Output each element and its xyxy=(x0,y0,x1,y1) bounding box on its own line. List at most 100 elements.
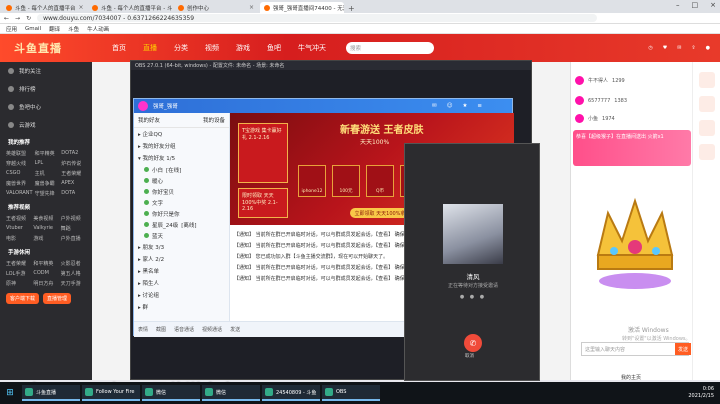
download-client-button[interactable]: 客户端下载 xyxy=(6,293,40,304)
nav-item[interactable]: 视频 xyxy=(205,43,219,53)
contact-group[interactable]: ▸ 企业QQ xyxy=(134,128,229,140)
hang-up-button[interactable]: ✆ xyxy=(464,334,482,352)
category-link[interactable]: DOTA2 xyxy=(61,150,86,157)
friend-item[interactable]: 你好只是你 xyxy=(134,208,229,219)
contact-group[interactable]: ▸ 群 xyxy=(134,301,229,313)
taskbar-app[interactable]: 微信 xyxy=(142,385,200,401)
space-tab-icon[interactable]: ★ xyxy=(462,103,467,109)
close-window-icon[interactable]: × xyxy=(710,1,716,9)
nav-item[interactable]: 牛气冲天 xyxy=(298,43,326,53)
category-link[interactable]: Valkyrie xyxy=(33,225,58,232)
promo-card[interactable]: T宝游戏 集卡赢好礼 2.1-2.16 xyxy=(238,123,288,183)
friend-item[interactable]: 你好宝贝 xyxy=(134,186,229,197)
bookmark-item[interactable]: Gmail xyxy=(25,26,41,32)
nav-item[interactable]: 首页 xyxy=(112,43,126,53)
browser-tab-active[interactable]: 强哥_强哥直播间74400 - 无双× xyxy=(260,2,344,13)
contact-group-expanded[interactable]: ▾ 我的好友 1/5 xyxy=(134,152,229,164)
stream-manage-button[interactable]: 直播管理 xyxy=(43,293,72,304)
new-tab-icon[interactable]: + xyxy=(348,4,355,13)
nav-item[interactable]: 鱼吧 xyxy=(267,43,281,53)
sidebar-item-yuba[interactable]: 鱼吧中心 xyxy=(0,98,92,116)
category-link[interactable]: 魔兽争霸 xyxy=(35,180,60,187)
menu-icon[interactable]: ≡ xyxy=(477,103,482,109)
chat-tab-icon[interactable]: ✉ xyxy=(432,103,437,109)
sidebar-item-rank[interactable]: 排行榜 xyxy=(0,80,92,98)
close-icon[interactable]: × xyxy=(78,4,83,11)
category-link[interactable]: 王者荣耀 xyxy=(61,170,86,177)
category-link[interactable]: 户外直播 xyxy=(61,235,86,242)
taskbar-app[interactable]: 24540809 - 斗鱼 xyxy=(262,385,320,401)
friend-item[interactable]: 蓝天 xyxy=(134,230,229,241)
maximize-icon[interactable]: □ xyxy=(692,1,699,9)
category-link[interactable]: 户外视频 xyxy=(61,215,86,222)
taskbar-app[interactable]: OBS xyxy=(322,385,380,401)
fans-icon[interactable] xyxy=(699,120,715,136)
category-link[interactable]: 穿越火线 xyxy=(6,160,33,167)
screenshot-button[interactable]: 截图 xyxy=(156,326,166,333)
nav-item-active[interactable]: 直播 xyxy=(143,43,157,53)
taskbar-app[interactable]: 斗鱼直播 xyxy=(22,385,80,401)
category-link[interactable]: 天刀手游 xyxy=(61,280,86,287)
category-link[interactable]: 主机 xyxy=(35,170,60,177)
task-icon[interactable] xyxy=(699,96,715,112)
contact-group[interactable]: ▸ 黑名单 xyxy=(134,265,229,277)
rank-row[interactable]: 6577777 1383 xyxy=(575,96,627,105)
follow-icon[interactable]: ♥ xyxy=(663,45,667,51)
bookmark-item[interactable]: 翻译 xyxy=(49,25,60,33)
friend-item[interactable]: 暖心 xyxy=(134,175,229,186)
category-link[interactable]: 和平精英 xyxy=(33,260,58,267)
bookmark-item[interactable]: 应用 xyxy=(6,25,17,33)
history-icon[interactable]: ◷ xyxy=(648,45,652,51)
category-link[interactable]: Vtuber xyxy=(6,225,31,232)
category-link[interactable]: CSGO xyxy=(6,170,33,177)
minimize-icon[interactable]: – xyxy=(676,1,680,9)
category-link[interactable]: LPL xyxy=(35,160,60,167)
share-icon[interactable] xyxy=(699,144,715,160)
category-link[interactable]: 火影忍者 xyxy=(61,260,86,267)
gift-icon[interactable] xyxy=(699,72,715,88)
chat-input[interactable]: 这里输入聊天内容 xyxy=(581,342,689,356)
forward-icon[interactable]: → xyxy=(15,15,20,22)
bookmark-item[interactable]: 斗鱼 xyxy=(68,25,79,33)
promo-card[interactable]: 限时领取 天天100%中奖 2.1-2.16 xyxy=(238,188,288,218)
avatar[interactable]: ● xyxy=(706,45,710,51)
my-home-link[interactable]: 我的主页 xyxy=(621,374,641,381)
reload-icon[interactable]: ↻ xyxy=(26,15,31,22)
category-link[interactable]: 舞蹈 xyxy=(61,225,86,232)
friend-item[interactable]: 文字 xyxy=(134,197,229,208)
chat-send-button[interactable]: 发送 xyxy=(675,343,691,355)
category-link[interactable]: LOL手游 xyxy=(6,270,31,277)
contact-group[interactable]: ▸ 家人 2/2 xyxy=(134,253,229,265)
device-link[interactable]: 我的设备 xyxy=(203,116,225,124)
taskbar-app[interactable]: Follow Your Fire xyxy=(82,385,140,401)
rank-row[interactable]: 小鱼 1974 xyxy=(575,114,615,123)
friend-item[interactable]: 星辰_24级 [离线] xyxy=(134,219,229,230)
category-link[interactable]: 守望先锋 xyxy=(35,190,60,197)
category-link[interactable]: 原神 xyxy=(6,280,31,287)
message-icon[interactable]: ✉ xyxy=(677,45,681,51)
category-link[interactable]: CODM xyxy=(33,270,58,277)
video-call-button[interactable]: 视频通话 xyxy=(202,326,222,333)
search-input[interactable]: 搜索 xyxy=(346,42,434,54)
category-link[interactable]: APEX xyxy=(61,180,86,187)
browser-tab[interactable]: 创作中心 × xyxy=(174,2,258,13)
sidebar-item-cloud-game[interactable]: 云游戏 xyxy=(0,116,92,134)
category-link[interactable]: 明日方舟 xyxy=(33,280,58,287)
windows-start-icon[interactable]: ⊞ xyxy=(0,388,20,398)
browser-tab[interactable]: 斗鱼 - 每个人的直播平台 × xyxy=(2,2,86,13)
contact-group[interactable]: ▸ 讨论组 xyxy=(134,289,229,301)
upload-icon[interactable]: ⇪ xyxy=(691,45,695,51)
send-button[interactable]: 发送 xyxy=(230,326,240,333)
category-link[interactable]: DOTA xyxy=(61,190,86,197)
category-link[interactable]: VALORANT xyxy=(6,190,33,197)
sidebar-item-follow[interactable]: 我的关注 xyxy=(0,62,92,80)
avatar[interactable] xyxy=(138,101,148,111)
rank-row[interactable]: 牛不得人 1299 xyxy=(575,76,625,85)
emoji-button[interactable]: 表情 xyxy=(138,326,148,333)
taskbar-app[interactable]: 微信 xyxy=(202,385,260,401)
bookmark-item[interactable]: 牛人动画 xyxy=(87,25,109,33)
back-icon[interactable]: ← xyxy=(4,15,9,22)
category-link[interactable]: 炉石传说 xyxy=(61,160,86,167)
friend-item[interactable]: 小白 [在线] xyxy=(134,164,229,175)
category-link[interactable]: 第五人格 xyxy=(61,270,86,277)
